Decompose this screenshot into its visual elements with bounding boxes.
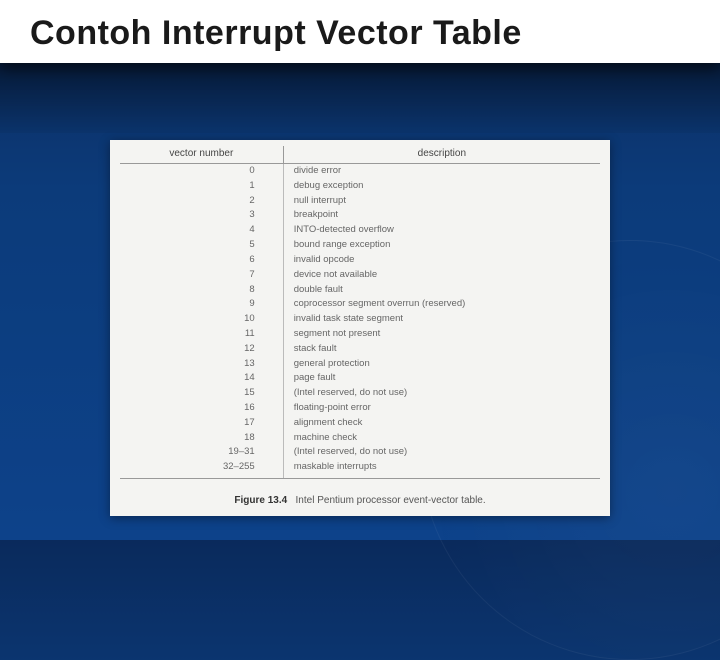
cell-vector-number: 2 <box>120 194 283 209</box>
slide-title: Contoh Interrupt Vector Table <box>30 14 690 53</box>
cell-vector-number: 4 <box>120 223 283 238</box>
table-row: 6invalid opcode <box>120 253 600 268</box>
cell-vector-number: 8 <box>120 283 283 298</box>
cell-vector-number: 13 <box>120 357 283 372</box>
cell-description: maskable interrupts <box>283 460 600 478</box>
cell-vector-number: 12 <box>120 342 283 357</box>
table-row: 8double fault <box>120 283 600 298</box>
cell-description: bound range exception <box>283 238 600 253</box>
cell-description: (Intel reserved, do not use) <box>283 445 600 460</box>
table-row: 32–255maskable interrupts <box>120 460 600 478</box>
table-row: 2null interrupt <box>120 194 600 209</box>
table-row: 14page fault <box>120 371 600 386</box>
cell-vector-number: 0 <box>120 164 283 179</box>
cell-vector-number: 18 <box>120 431 283 446</box>
table-row: 17alignment check <box>120 416 600 431</box>
slide-title-bar: Contoh Interrupt Vector Table <box>0 0 720 63</box>
table-row: 10invalid task state segment <box>120 312 600 327</box>
cell-vector-number: 1 <box>120 179 283 194</box>
table-row: 7device not available <box>120 268 600 283</box>
cell-vector-number: 6 <box>120 253 283 268</box>
table-row: 19–31(Intel reserved, do not use) <box>120 445 600 460</box>
cell-vector-number: 3 <box>120 208 283 223</box>
header-description: description <box>283 146 600 164</box>
cell-vector-number: 19–31 <box>120 445 283 460</box>
table-row: 15(Intel reserved, do not use) <box>120 386 600 401</box>
table-row: 0divide error <box>120 164 600 179</box>
table-row: 9coprocessor segment overrun (reserved) <box>120 297 600 312</box>
cell-vector-number: 32–255 <box>120 460 283 478</box>
figure-scan: vector number description 0divide error1… <box>110 140 610 516</box>
cell-description: coprocessor segment overrun (reserved) <box>283 297 600 312</box>
cell-vector-number: 10 <box>120 312 283 327</box>
cell-description: page fault <box>283 371 600 386</box>
cell-description: invalid opcode <box>283 253 600 268</box>
cell-vector-number: 11 <box>120 327 283 342</box>
cell-description: device not available <box>283 268 600 283</box>
cell-vector-number: 16 <box>120 401 283 416</box>
cell-description: alignment check <box>283 416 600 431</box>
header-vector-number: vector number <box>120 146 283 164</box>
cell-vector-number: 14 <box>120 371 283 386</box>
table-row: 16floating-point error <box>120 401 600 416</box>
cell-description: floating-point error <box>283 401 600 416</box>
cell-description: segment not present <box>283 327 600 342</box>
table-row: 4INTO-detected overflow <box>120 223 600 238</box>
figure-caption-text: Intel Pentium processor event-vector tab… <box>296 495 486 506</box>
figure-caption: Figure 13.4 Intel Pentium processor even… <box>120 489 600 506</box>
cell-description: null interrupt <box>283 194 600 209</box>
cell-vector-number: 9 <box>120 297 283 312</box>
cell-description: (Intel reserved, do not use) <box>283 386 600 401</box>
cell-description: double fault <box>283 283 600 298</box>
cell-description: machine check <box>283 431 600 446</box>
interrupt-vector-table: vector number description 0divide error1… <box>120 146 600 479</box>
table-row: 18machine check <box>120 431 600 446</box>
cell-vector-number: 17 <box>120 416 283 431</box>
table-row: 11segment not present <box>120 327 600 342</box>
table-row: 13general protection <box>120 357 600 372</box>
cell-description: divide error <box>283 164 600 179</box>
cell-vector-number: 15 <box>120 386 283 401</box>
cell-description: invalid task state segment <box>283 312 600 327</box>
cell-description: debug exception <box>283 179 600 194</box>
cell-vector-number: 7 <box>120 268 283 283</box>
table-row: 5bound range exception <box>120 238 600 253</box>
cell-description: INTO-detected overflow <box>283 223 600 238</box>
cell-description: breakpoint <box>283 208 600 223</box>
table-header-row: vector number description <box>120 146 600 164</box>
table-row: 3breakpoint <box>120 208 600 223</box>
cell-description: stack fault <box>283 342 600 357</box>
table-row: 1debug exception <box>120 179 600 194</box>
figure-number: Figure 13.4 <box>234 495 287 506</box>
table-row: 12stack fault <box>120 342 600 357</box>
cell-vector-number: 5 <box>120 238 283 253</box>
title-shadow-band <box>0 63 720 133</box>
cell-description: general protection <box>283 357 600 372</box>
